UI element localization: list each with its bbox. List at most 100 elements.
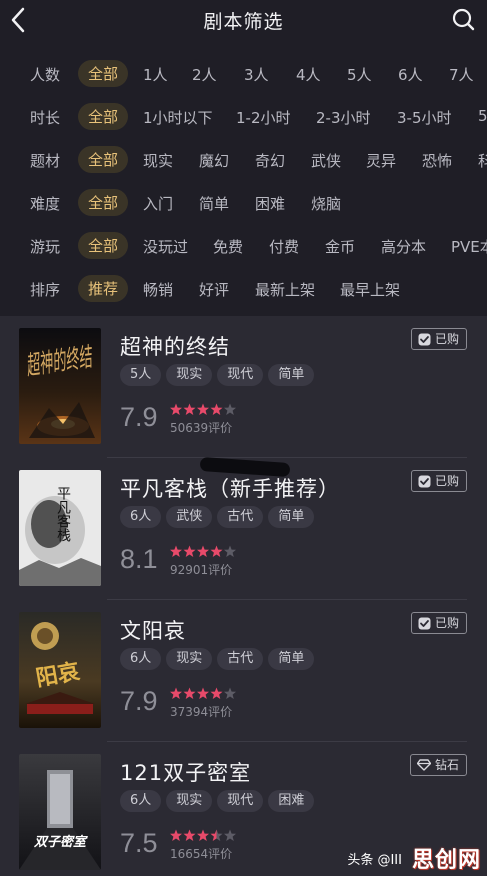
star-icon: [170, 403, 236, 415]
tag: 6人: [120, 790, 162, 812]
filter-option[interactable]: 金币: [325, 236, 355, 257]
cover-image[interactable]: 双子密室: [19, 754, 101, 870]
filter-option[interactable]: 3人: [244, 64, 269, 85]
tag: 现代: [217, 790, 264, 812]
script-title[interactable]: 超神的终结: [120, 331, 230, 361]
filter-option[interactable]: 入门: [143, 193, 173, 214]
review-count: 50639评价: [170, 421, 233, 435]
filter-option[interactable]: 科: [478, 150, 487, 171]
cover-image[interactable]: 平凡客栈: [19, 470, 101, 586]
tag: 简单: [268, 506, 315, 528]
star-icon: [170, 687, 236, 699]
star-icon: [170, 403, 236, 415]
filter-option-selected[interactable]: 全部: [78, 189, 129, 216]
tag-list: 6人 现实 古代 简单: [120, 647, 319, 670]
star-rating: [170, 828, 237, 842]
search-button[interactable]: [451, 7, 477, 33]
badge-label: 已购: [434, 474, 459, 488]
tag-list: 6人 武侠 古代 简单: [120, 505, 319, 528]
filter-option[interactable]: 魔幻: [199, 150, 229, 171]
tag: 武侠: [166, 506, 213, 528]
filter-option[interactable]: 7人: [449, 64, 474, 85]
filter-row-players: 人数 全部 1人 2人 3人 4人 5人 6人 7人: [0, 59, 487, 89]
filter-option[interactable]: 3-5小时: [397, 107, 452, 128]
filter-label: 游玩: [30, 238, 61, 256]
filter-option-selected[interactable]: 全部: [78, 103, 129, 130]
review-count: 16654评价: [170, 847, 233, 861]
filter-option[interactable]: 简单: [199, 193, 229, 214]
purchased-badge: 已购: [410, 470, 467, 492]
filter-panel: 人数 全部 1人 2人 3人 4人 5人 6人 7人 时长 全部 1小时以下 1…: [0, 42, 487, 316]
tag: 古代: [217, 648, 264, 670]
filter-row-difficulty: 难度 全部 入门 简单 困难 烧脑: [0, 188, 487, 218]
filter-option[interactable]: 好评: [199, 279, 229, 300]
search-icon: [452, 8, 475, 31]
filter-option[interactable]: 1小时以下: [143, 107, 213, 128]
filter-option[interactable]: 2人: [192, 64, 217, 85]
cover-image[interactable]: 超神的终结: [19, 328, 101, 444]
filter-option[interactable]: 1-2小时: [236, 107, 291, 128]
filter-option[interactable]: 没玩过: [143, 236, 188, 257]
watermark-logo: 思创网: [411, 848, 481, 873]
script-title[interactable]: 文阳哀: [120, 615, 186, 645]
tag-list: 5人 现实 现代 简单: [120, 363, 319, 386]
tag: 6人: [120, 506, 162, 528]
filter-option[interactable]: 4人: [296, 64, 321, 85]
check-icon: [418, 617, 431, 629]
badge-label: 钻石: [434, 758, 459, 772]
filter-label: 人数: [30, 66, 61, 84]
filter-option[interactable]: 付费: [269, 236, 299, 257]
score: 7.9: [120, 686, 158, 716]
filter-option[interactable]: 奇幻: [255, 150, 285, 171]
score: 7.9: [120, 402, 158, 432]
filter-row-duration: 时长 全部 1小时以下 1-2小时 2-3小时 3-5小时 5: [0, 102, 487, 132]
filter-option[interactable]: 最新上架: [255, 279, 315, 300]
filter-option[interactable]: 现实: [143, 150, 173, 171]
tag: 古代: [217, 506, 264, 528]
list-item[interactable]: 超神的终结 超神的终结 5人 现实 现代 简单 7.9 50639评价 已购: [0, 316, 487, 458]
badge-label: 已购: [434, 616, 459, 630]
filter-option[interactable]: 5: [478, 107, 487, 125]
check-icon: [418, 333, 431, 345]
star-rating: [170, 402, 237, 416]
cover-art: 平凡客栈: [19, 470, 101, 586]
filter-option[interactable]: 免费: [213, 236, 243, 257]
script-title[interactable]: 平凡客栈（新手推荐）: [120, 473, 340, 503]
filter-option-selected[interactable]: 全部: [78, 60, 129, 87]
list-item[interactable]: 阳哀 文阳哀 6人 现实 古代 简单 7.9 37394评价 已购: [0, 600, 487, 742]
tag: 现实: [166, 648, 213, 670]
filter-option[interactable]: 武侠: [311, 150, 341, 171]
filter-option[interactable]: 困难: [255, 193, 285, 214]
purchased-badge: 已购: [410, 612, 467, 634]
tag: 简单: [268, 648, 315, 670]
filter-option[interactable]: 畅销: [143, 279, 173, 300]
filter-option[interactable]: 高分本: [381, 236, 426, 257]
filter-option[interactable]: PVE本: [451, 236, 487, 257]
filter-option-selected[interactable]: 全部: [78, 146, 129, 173]
filter-option[interactable]: 5人: [347, 64, 372, 85]
filter-label: 时长: [30, 109, 61, 127]
tag: 困难: [268, 790, 315, 812]
filter-option[interactable]: 烧脑: [311, 193, 341, 214]
filter-option[interactable]: 恐怖: [422, 150, 452, 171]
tag: 现实: [166, 364, 213, 386]
cover-title: 双子密室: [33, 834, 88, 850]
filter-option[interactable]: 6人: [398, 64, 423, 85]
check-icon: [418, 475, 431, 487]
filter-option[interactable]: 2-3小时: [316, 107, 371, 128]
filter-label: 难度: [30, 195, 61, 213]
filter-option[interactable]: 1人: [143, 64, 168, 85]
filter-option[interactable]: 灵异: [366, 150, 396, 171]
filter-option-selected[interactable]: 全部: [78, 232, 129, 259]
script-title[interactable]: 121双子密室: [120, 757, 251, 787]
score: 7.5: [120, 828, 158, 858]
cover-art: 超神的终结: [19, 328, 101, 444]
review-count: 37394评价: [170, 705, 233, 719]
filter-option-selected[interactable]: 推荐: [78, 275, 129, 302]
filter-option[interactable]: 最早上架: [340, 279, 400, 300]
list-item[interactable]: 平凡客栈 平凡客栈（新手推荐） 6人 武侠 古代 简单 8.1 92901评价 已购: [0, 458, 487, 600]
cover-image[interactable]: 阳哀: [19, 612, 101, 728]
filter-row-sort: 排序 推荐 畅销 好评 最新上架 最早上架: [0, 274, 487, 304]
cover-art: 双子密室: [19, 754, 101, 870]
purchased-badge: 已购: [410, 328, 467, 350]
